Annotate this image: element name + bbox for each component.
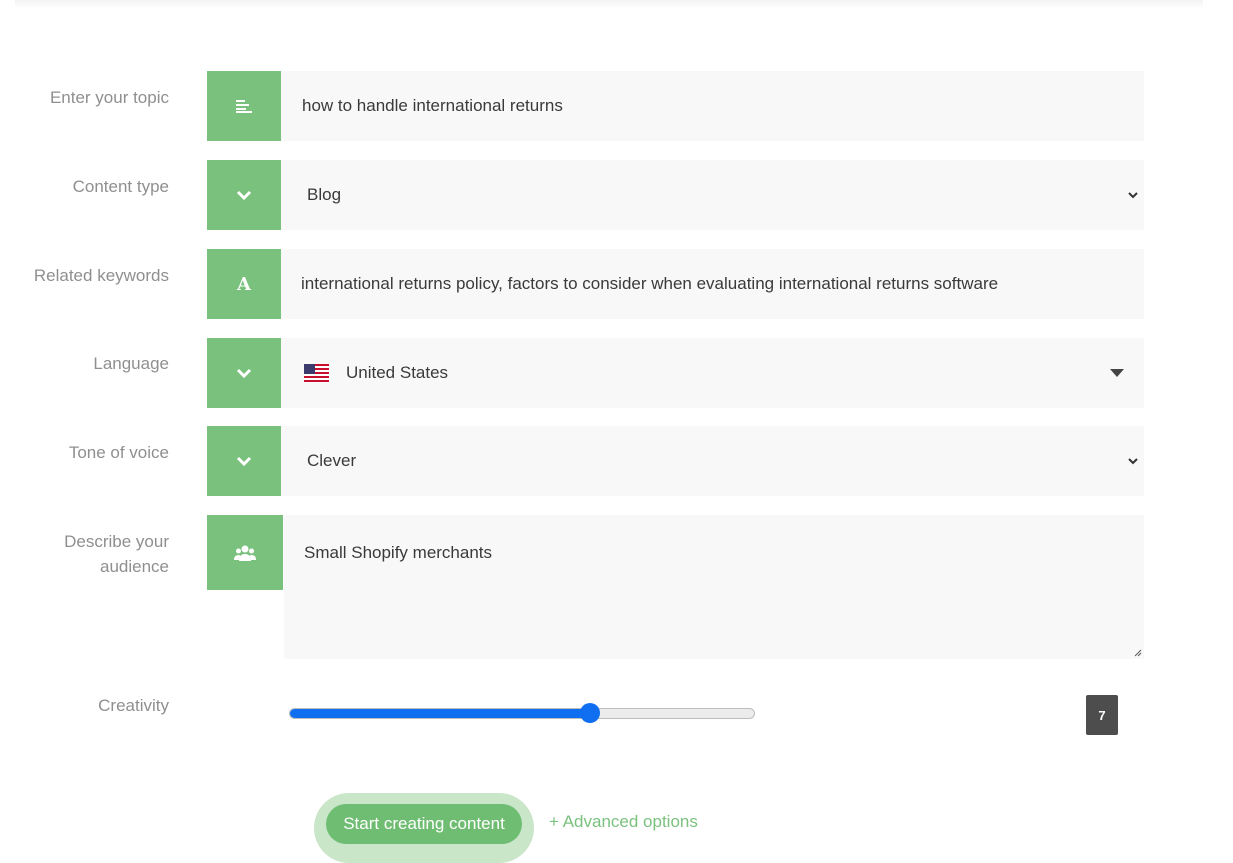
audience-label-line1: Describe your — [64, 532, 169, 551]
keywords-input[interactable]: international returns policy, factors to… — [281, 249, 1144, 319]
creativity-slider-track[interactable] — [289, 708, 755, 719]
content-type-label: Content type — [72, 177, 169, 196]
audience-label: Describe your audience — [64, 529, 169, 579]
chevron-down-icon — [236, 456, 252, 467]
keywords-label: Related keywords — [33, 266, 169, 285]
language-value: United States — [346, 363, 449, 382]
audience-label-line2: audience — [99, 557, 169, 576]
caret-down-icon — [1110, 369, 1124, 377]
creativity-slider-thumb[interactable] — [579, 703, 600, 723]
resize-handle-icon[interactable] — [1134, 649, 1142, 657]
users-icon — [234, 545, 256, 561]
language-select[interactable]: United States — [281, 338, 1144, 408]
tone-value: Clever — [307, 451, 357, 470]
start-creating-content-button[interactable]: Start creating content — [326, 804, 522, 844]
tone-icon-box — [207, 426, 281, 496]
text-lines-icon — [236, 100, 252, 113]
tone-select[interactable]: Clever — [281, 426, 1144, 496]
audience-textarea[interactable]: Small Shopify merchants — [284, 515, 1144, 659]
audience-value: Small Shopify merchants — [304, 543, 493, 562]
chevron-down-icon — [236, 190, 252, 201]
content-type-icon-box — [207, 160, 281, 230]
creativity-label: Creativity — [98, 696, 169, 715]
content-type-select[interactable]: Blog — [281, 160, 1144, 230]
top-bar — [15, 0, 1203, 7]
audience-icon-box — [207, 515, 283, 590]
topic-input[interactable]: how to handle international returns — [281, 71, 1144, 141]
keywords-icon-box: A — [207, 249, 281, 319]
us-flag-icon — [304, 364, 329, 382]
language-label: Language — [93, 354, 169, 373]
language-icon-box — [207, 338, 281, 408]
creativity-value-badge: 7 — [1086, 695, 1118, 735]
topic-icon-box — [207, 71, 281, 141]
topic-input-value: how to handle international returns — [302, 96, 563, 115]
tone-label: Tone of voice — [68, 443, 169, 462]
creativity-slider-fill — [290, 709, 590, 718]
advanced-options-link[interactable]: + Advanced options — [549, 812, 698, 832]
select-chevron-icon — [1128, 458, 1138, 465]
select-chevron-icon — [1128, 192, 1138, 199]
letter-a-icon: A — [237, 273, 251, 295]
keywords-input-value: international returns policy, factors to… — [301, 274, 999, 293]
topic-label: Enter your topic — [49, 88, 169, 107]
content-type-value: Blog — [307, 185, 342, 204]
chevron-down-icon — [236, 368, 252, 379]
